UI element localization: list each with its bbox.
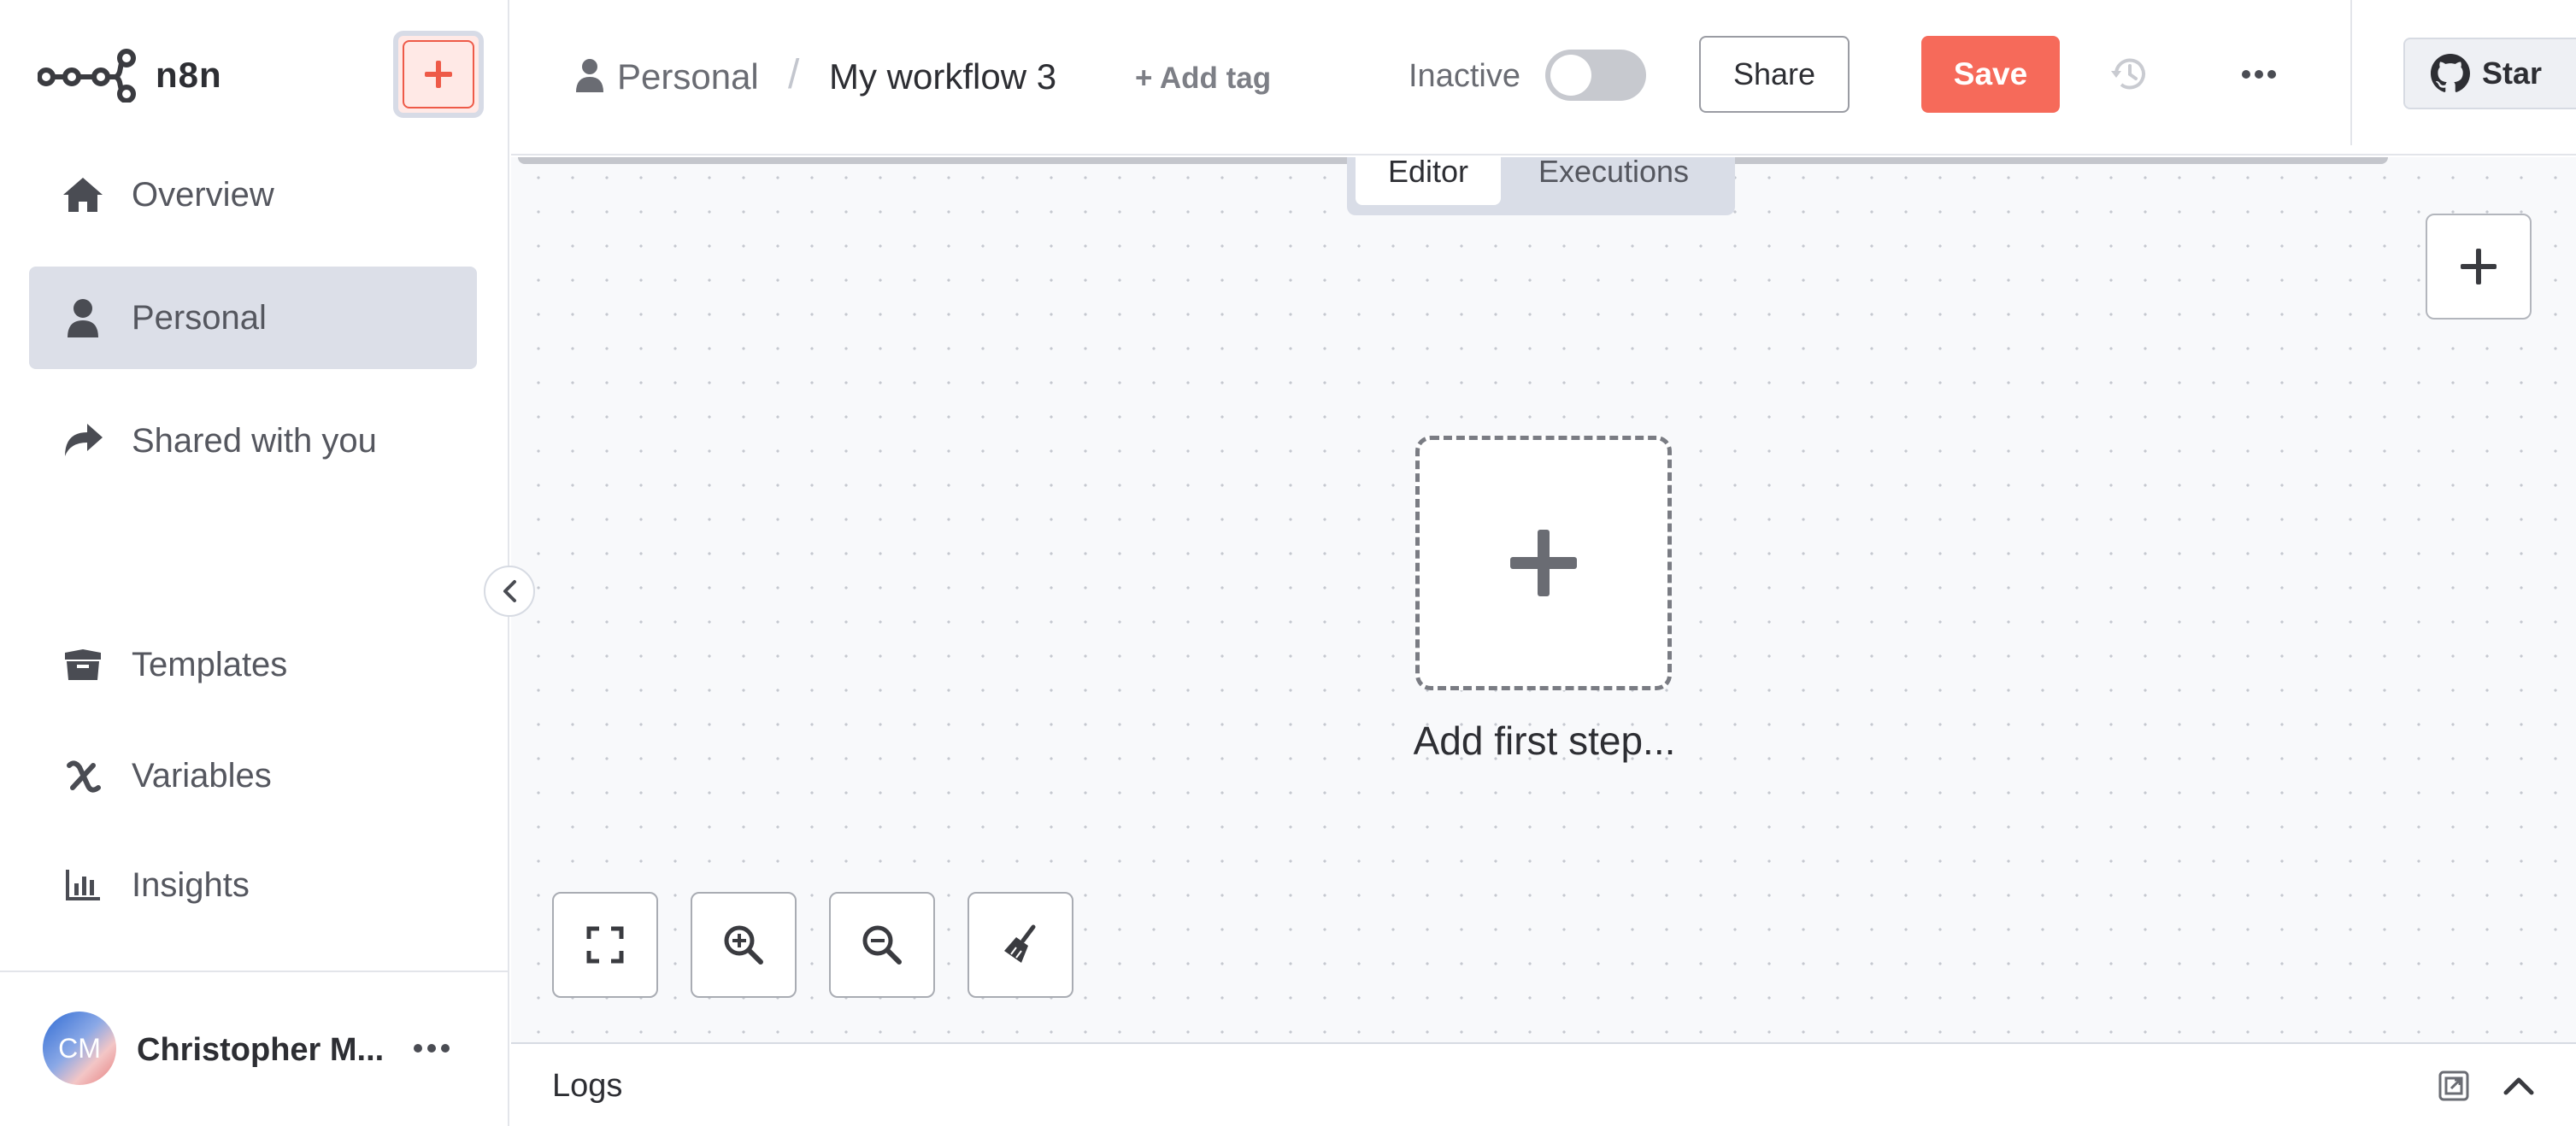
sidebar-item-variables[interactable]: Variables [29,724,477,827]
zoom-out-icon [862,925,902,965]
breadcrumb-separator: / [788,52,800,97]
workflow-status-label: Inactive [1409,58,1520,94]
avatar-initials: CM [58,1032,101,1064]
sidebar-item-label: Templates [132,645,288,683]
create-new-button[interactable] [393,31,484,118]
fit-view-button[interactable] [552,892,658,998]
sidebar-item-shared[interactable]: Shared with you [29,390,477,492]
sidebar-item-overview[interactable]: Overview [29,144,477,246]
user-icon [60,295,106,341]
home-icon [60,172,106,218]
sidebar-item-label: Overview [132,175,274,214]
sidebar-item-label: Insights [132,865,250,904]
broom-icon [1004,924,1036,963]
add-first-step-button[interactable] [1415,436,1672,690]
tab-executions[interactable]: Executions [1501,157,1726,205]
header-divider [2350,0,2352,145]
zoom-in-icon [724,925,763,965]
add-first-step-label: Add first step... [1413,718,1676,763]
add-node-button[interactable] [2426,214,2532,320]
fullscreen-icon [586,926,624,964]
save-button[interactable]: Save [1921,36,2060,113]
avatar[interactable]: CM [43,1012,116,1085]
logs-panel[interactable]: Logs [511,1042,2576,1126]
sidebar-item-label: Variables [132,756,272,795]
bar-chart-icon [60,862,106,908]
toggle-knob [1550,55,1591,96]
share-arrow-icon [60,418,106,464]
view-tabs: Editor Executions [1347,157,1735,215]
chevron-up-icon[interactable] [2501,1068,2537,1104]
sidebar-item-personal[interactable]: Personal [29,267,477,369]
github-icon [2431,54,2470,92]
user-icon [574,58,605,92]
workflow-title[interactable]: My workflow 3 [829,56,1056,97]
plus-icon [2461,249,2497,284]
workflow-canvas[interactable]: Editor Executions Add first step... [511,157,2576,1042]
tab-editor[interactable]: Editor [1356,157,1501,205]
more-icon[interactable] [2238,53,2280,96]
github-star-button[interactable]: Star [2403,38,2576,109]
sidebar-item-label: Shared with you [132,421,377,460]
more-icon[interactable] [410,1027,453,1070]
history-icon[interactable] [2108,53,2150,96]
sidebar: n8n Overview Personal Shared with you Te… [0,0,509,1126]
n8n-logo-icon [38,49,136,103]
header: Personal / My workflow 3 + Add tag Inact… [511,0,2576,155]
collapse-sidebar-button[interactable] [484,566,535,617]
star-label: Star [2482,56,2543,91]
popout-icon[interactable] [2436,1068,2472,1104]
sidebar-item-label: Personal [132,298,267,337]
add-tag-button[interactable]: + Add tag [1135,62,1271,96]
sidebar-item-insights[interactable]: Insights [29,834,477,936]
box-icon [60,642,106,688]
chevron-left-icon [503,580,516,602]
variable-icon [60,753,106,799]
plus-icon [425,61,452,88]
user-name: Christopher M... [137,1032,385,1068]
active-toggle[interactable] [1545,50,1646,101]
plus-icon [1510,530,1577,596]
logs-label: Logs [552,1068,623,1104]
logo[interactable]: n8n [38,48,222,103]
zoom-out-button[interactable] [829,892,935,998]
user-menu[interactable]: CM Christopher M... [0,971,509,1126]
logo-text: n8n [156,55,222,95]
sidebar-item-templates[interactable]: Templates [29,613,477,716]
share-button[interactable]: Share [1699,36,1850,113]
breadcrumb-project[interactable]: Personal [617,56,759,97]
zoom-in-button[interactable] [691,892,797,998]
tidy-up-button[interactable] [967,892,1073,998]
